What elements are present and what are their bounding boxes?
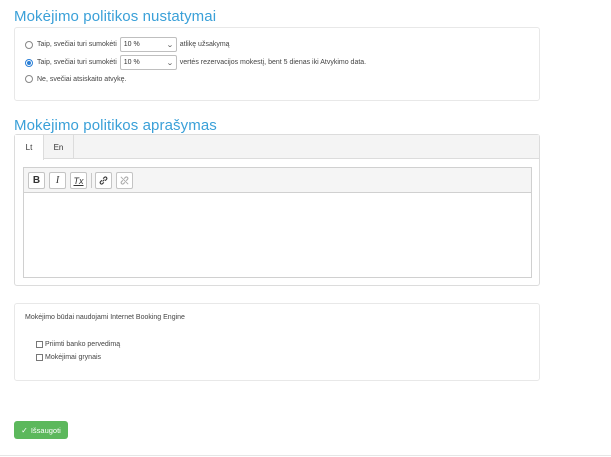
tab-en[interactable]: En bbox=[44, 135, 74, 159]
description-panel: Lt En B I Tx bbox=[14, 134, 540, 286]
italic-button[interactable]: I bbox=[49, 172, 66, 189]
bold-icon: B bbox=[32, 175, 41, 186]
chevron-down-icon: ⌄ bbox=[166, 41, 174, 49]
save-button[interactable]: ✓ Išsaugoti bbox=[14, 421, 68, 439]
unlink-icon bbox=[120, 176, 129, 185]
policy-option-1-radio[interactable] bbox=[25, 40, 33, 49]
policy-option-1-prefix: Taip, svečiai turi sumokėti bbox=[37, 41, 117, 48]
remove-format-icon: Tx bbox=[73, 175, 84, 186]
link-icon bbox=[99, 176, 108, 185]
payment-policy-description-title: Mokėjimo politikos aprašymas bbox=[14, 117, 217, 134]
policy-option-2-percent-select[interactable]: 10 % ⌄ bbox=[119, 55, 177, 70]
payment-policy-settings-title: Mokėjimo politikos nustatymai bbox=[14, 8, 217, 25]
policy-option-2-prefix: Taip, svečiai turi sumokėti bbox=[37, 59, 117, 66]
cash-label: Mokėjimai grynais bbox=[45, 354, 102, 361]
policy-option-2-suffix: vertės rezervacijos mokestį, bent 5 dien… bbox=[179, 59, 367, 66]
policy-option-3[interactable]: Ne, svečiai atsiskaito atvykę. bbox=[25, 75, 126, 83]
policy-option-1-select-value: 10 % bbox=[123, 41, 140, 48]
tab-lt[interactable]: Lt bbox=[15, 135, 44, 160]
editor-toolbar: B I Tx bbox=[24, 168, 531, 193]
policy-option-2-select-value: 10 % bbox=[123, 59, 140, 66]
rich-text-editor[interactable]: B I Tx bbox=[23, 167, 532, 278]
check-icon: ✓ bbox=[21, 425, 28, 435]
policy-option-2-radio[interactable] bbox=[25, 58, 33, 67]
policy-option-1[interactable]: Taip, svečiai turi sumokėti 10 % ⌄ atlik… bbox=[25, 37, 230, 52]
toolbar-separator bbox=[91, 173, 92, 188]
policy-option-1-suffix: atlikę užsakymą bbox=[179, 41, 230, 48]
policy-option-1-percent-select[interactable]: 10 % ⌄ bbox=[119, 37, 177, 52]
policy-option-2[interactable]: Taip, svečiai turi sumokėti 10 % ⌄ vertė… bbox=[25, 55, 366, 70]
payment-method-bank-transfer[interactable]: Priimti banko pervedimą bbox=[36, 341, 120, 348]
bold-button[interactable]: B bbox=[28, 172, 45, 189]
bank-transfer-checkbox[interactable] bbox=[36, 341, 43, 348]
policy-option-3-label: Ne, svečiai atsiskaito atvykę. bbox=[37, 75, 127, 83]
save-button-label: Išsaugoti bbox=[30, 425, 61, 435]
payment-methods-label: Mokėjimo būdai naudojami Internet Bookin… bbox=[25, 314, 185, 321]
payment-methods-panel: Mokėjimo būdai naudojami Internet Bookin… bbox=[14, 303, 540, 381]
bank-transfer-label: Priimti banko pervedimą bbox=[45, 341, 121, 348]
footer-divider bbox=[0, 455, 611, 456]
payment-policy-panel: Taip, svečiai turi sumokėti 10 % ⌄ atlik… bbox=[14, 27, 540, 101]
italic-icon: I bbox=[55, 175, 60, 186]
remove-format-button[interactable]: Tx bbox=[70, 172, 87, 189]
chevron-down-icon: ⌄ bbox=[166, 59, 174, 67]
language-tabbar: Lt En bbox=[15, 135, 539, 160]
link-button[interactable] bbox=[95, 172, 112, 189]
policy-option-3-radio[interactable] bbox=[25, 75, 33, 83]
payment-method-cash[interactable]: Mokėjimai grynais bbox=[36, 354, 101, 361]
cash-checkbox[interactable] bbox=[36, 354, 43, 361]
unlink-button[interactable] bbox=[116, 172, 133, 189]
